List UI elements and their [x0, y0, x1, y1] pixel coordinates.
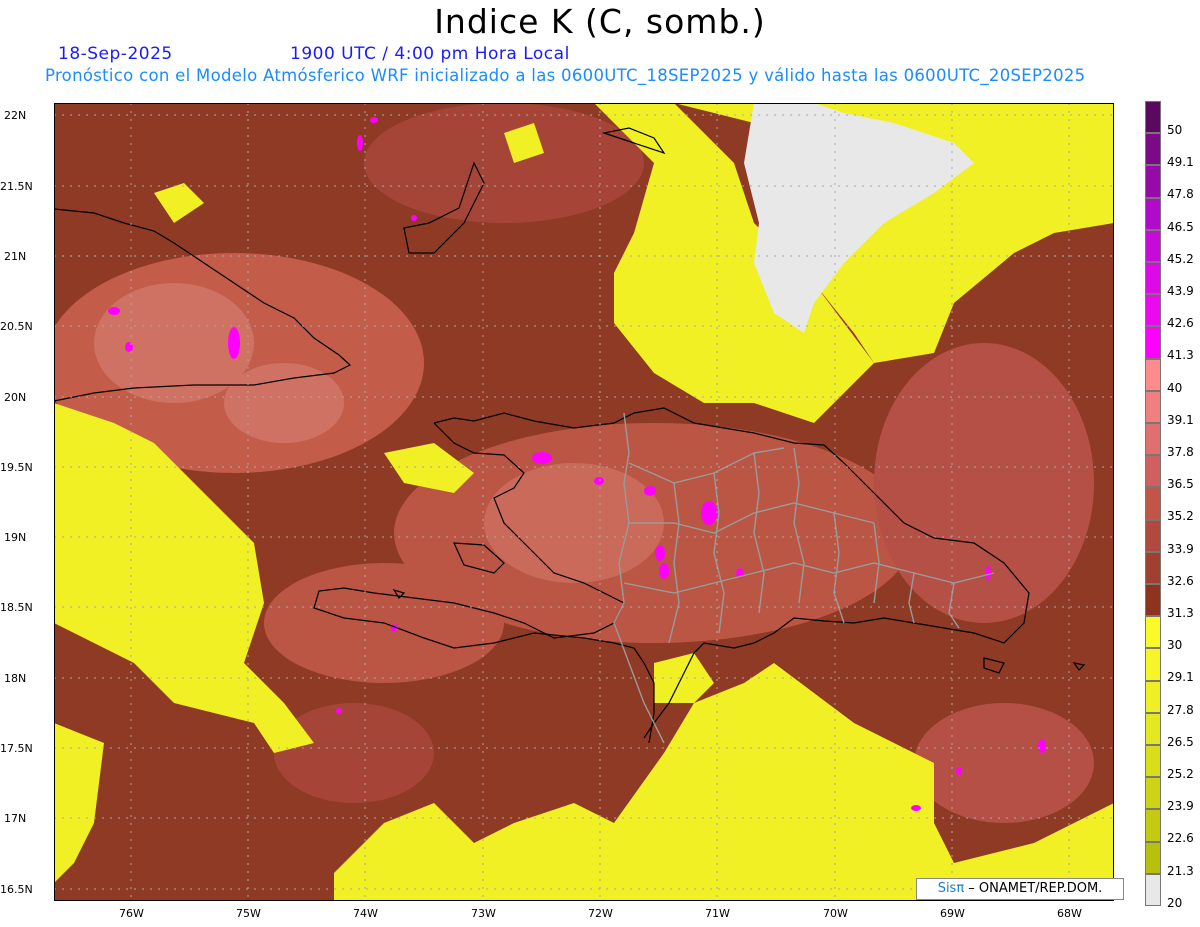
colorbar-swatch — [1145, 551, 1161, 584]
lat-label: 17.5N — [0, 742, 33, 755]
lat-label: 20.5N — [0, 320, 33, 333]
colorbar-swatch — [1145, 873, 1161, 906]
lat-label: 18.5N — [0, 601, 33, 614]
colorbar-swatch — [1145, 262, 1161, 295]
colorbar-swatch — [1145, 423, 1161, 456]
colorbar-label: 41.3 — [1167, 348, 1194, 363]
colorbar-label: 20 — [1167, 895, 1183, 910]
colorbar-swatch — [1145, 648, 1161, 681]
colorbar-swatch — [1145, 358, 1161, 391]
colorbar-label: 37.8 — [1167, 445, 1194, 459]
lon-label: 70W — [823, 907, 848, 920]
colorbar-swatch — [1145, 390, 1161, 423]
colorbar-label: 39.1 — [1167, 412, 1194, 427]
colorbar-label: 25.2 — [1167, 767, 1194, 781]
colorbar-swatch — [1145, 519, 1161, 552]
forecast-note: Pronóstico con el Modelo Atmósferico WRF… — [45, 66, 1086, 85]
colorbar-swatch — [1145, 101, 1161, 134]
colorbar-swatch — [1145, 809, 1161, 842]
colorbar-label: 50 — [1167, 123, 1183, 137]
colorbar-swatch — [1145, 841, 1161, 874]
lat-label: 17N — [4, 812, 27, 825]
colorbar-label: 30 — [1167, 638, 1183, 653]
colorbar-label: 26.5 — [1167, 734, 1194, 749]
lon-label: 75W — [236, 907, 261, 920]
lon-label: 68W — [1057, 907, 1082, 920]
colorbar-label: 36.5 — [1167, 477, 1194, 492]
colorbar-swatch — [1145, 133, 1161, 166]
colorbar-label: 21.3 — [1167, 863, 1194, 878]
lat-label: 21N — [4, 250, 27, 263]
colorbar-label: 40 — [1167, 380, 1183, 395]
colorbar-label: 47.8 — [1167, 187, 1194, 202]
colorbar-swatch — [1145, 616, 1161, 649]
colorbar-swatch — [1145, 777, 1161, 810]
credit-text: – ONAMET/REP.DOM. — [964, 881, 1103, 896]
chart-title: Indice K (C, somb.) — [434, 2, 766, 41]
lat-label: 20N — [4, 391, 27, 404]
lat-label: 22N — [4, 109, 27, 122]
lat-label: 18N — [4, 672, 27, 685]
colorbar-label: 33.9 — [1167, 541, 1194, 556]
colorbar-label: 46.5 — [1167, 219, 1194, 234]
lon-label: 69W — [940, 907, 965, 920]
colorbar-swatch — [1145, 745, 1161, 778]
lon-label: 74W — [353, 907, 378, 920]
colorbar-swatch — [1145, 165, 1161, 198]
credit-box: Sisπ – ONAMET/REP.DOM. — [916, 878, 1124, 900]
colorbar-swatch — [1145, 680, 1161, 713]
colorbar-swatch — [1145, 712, 1161, 745]
colorbar-swatch — [1145, 584, 1161, 617]
colorbar-label: 27.8 — [1167, 702, 1194, 717]
colorbar-swatch — [1145, 487, 1161, 520]
colorbar-swatch — [1145, 455, 1161, 488]
colorbar-swatch — [1145, 197, 1161, 230]
lat-label: 19.5N — [0, 461, 33, 474]
lon-label: 71W — [705, 907, 730, 920]
colorbar-swatch — [1145, 326, 1161, 359]
k-index-map — [54, 103, 1114, 901]
colorbar-label: 43.9 — [1167, 284, 1194, 298]
colorbar-label: 42.6 — [1167, 316, 1194, 331]
colorbar-swatch — [1145, 294, 1161, 327]
colorbar-label: 22.6 — [1167, 831, 1194, 846]
lon-label: 76W — [119, 907, 144, 920]
colorbar-label: 29.1 — [1167, 670, 1194, 685]
colorbar-swatch — [1145, 229, 1161, 262]
lat-label: 16.5N — [0, 883, 33, 896]
lon-label: 73W — [471, 907, 496, 920]
lat-label: 21.5N — [0, 180, 33, 193]
lat-label: 19N — [4, 531, 27, 544]
forecast-date: 18-Sep-2025 — [58, 44, 173, 64]
credit-brand: Sisπ — [937, 881, 965, 896]
colorbar-label: 35.2 — [1167, 509, 1194, 524]
colorbar-label: 32.6 — [1167, 573, 1194, 588]
colorbar-label: 31.3 — [1167, 606, 1194, 620]
colorbar-label: 49.1 — [1167, 155, 1194, 170]
colorbar-label: 45.2 — [1167, 251, 1194, 266]
lon-label: 72W — [588, 907, 613, 920]
forecast-time: 1900 UTC / 4:00 pm Hora Local — [290, 44, 570, 64]
colorbar-label: 23.9 — [1167, 799, 1194, 814]
